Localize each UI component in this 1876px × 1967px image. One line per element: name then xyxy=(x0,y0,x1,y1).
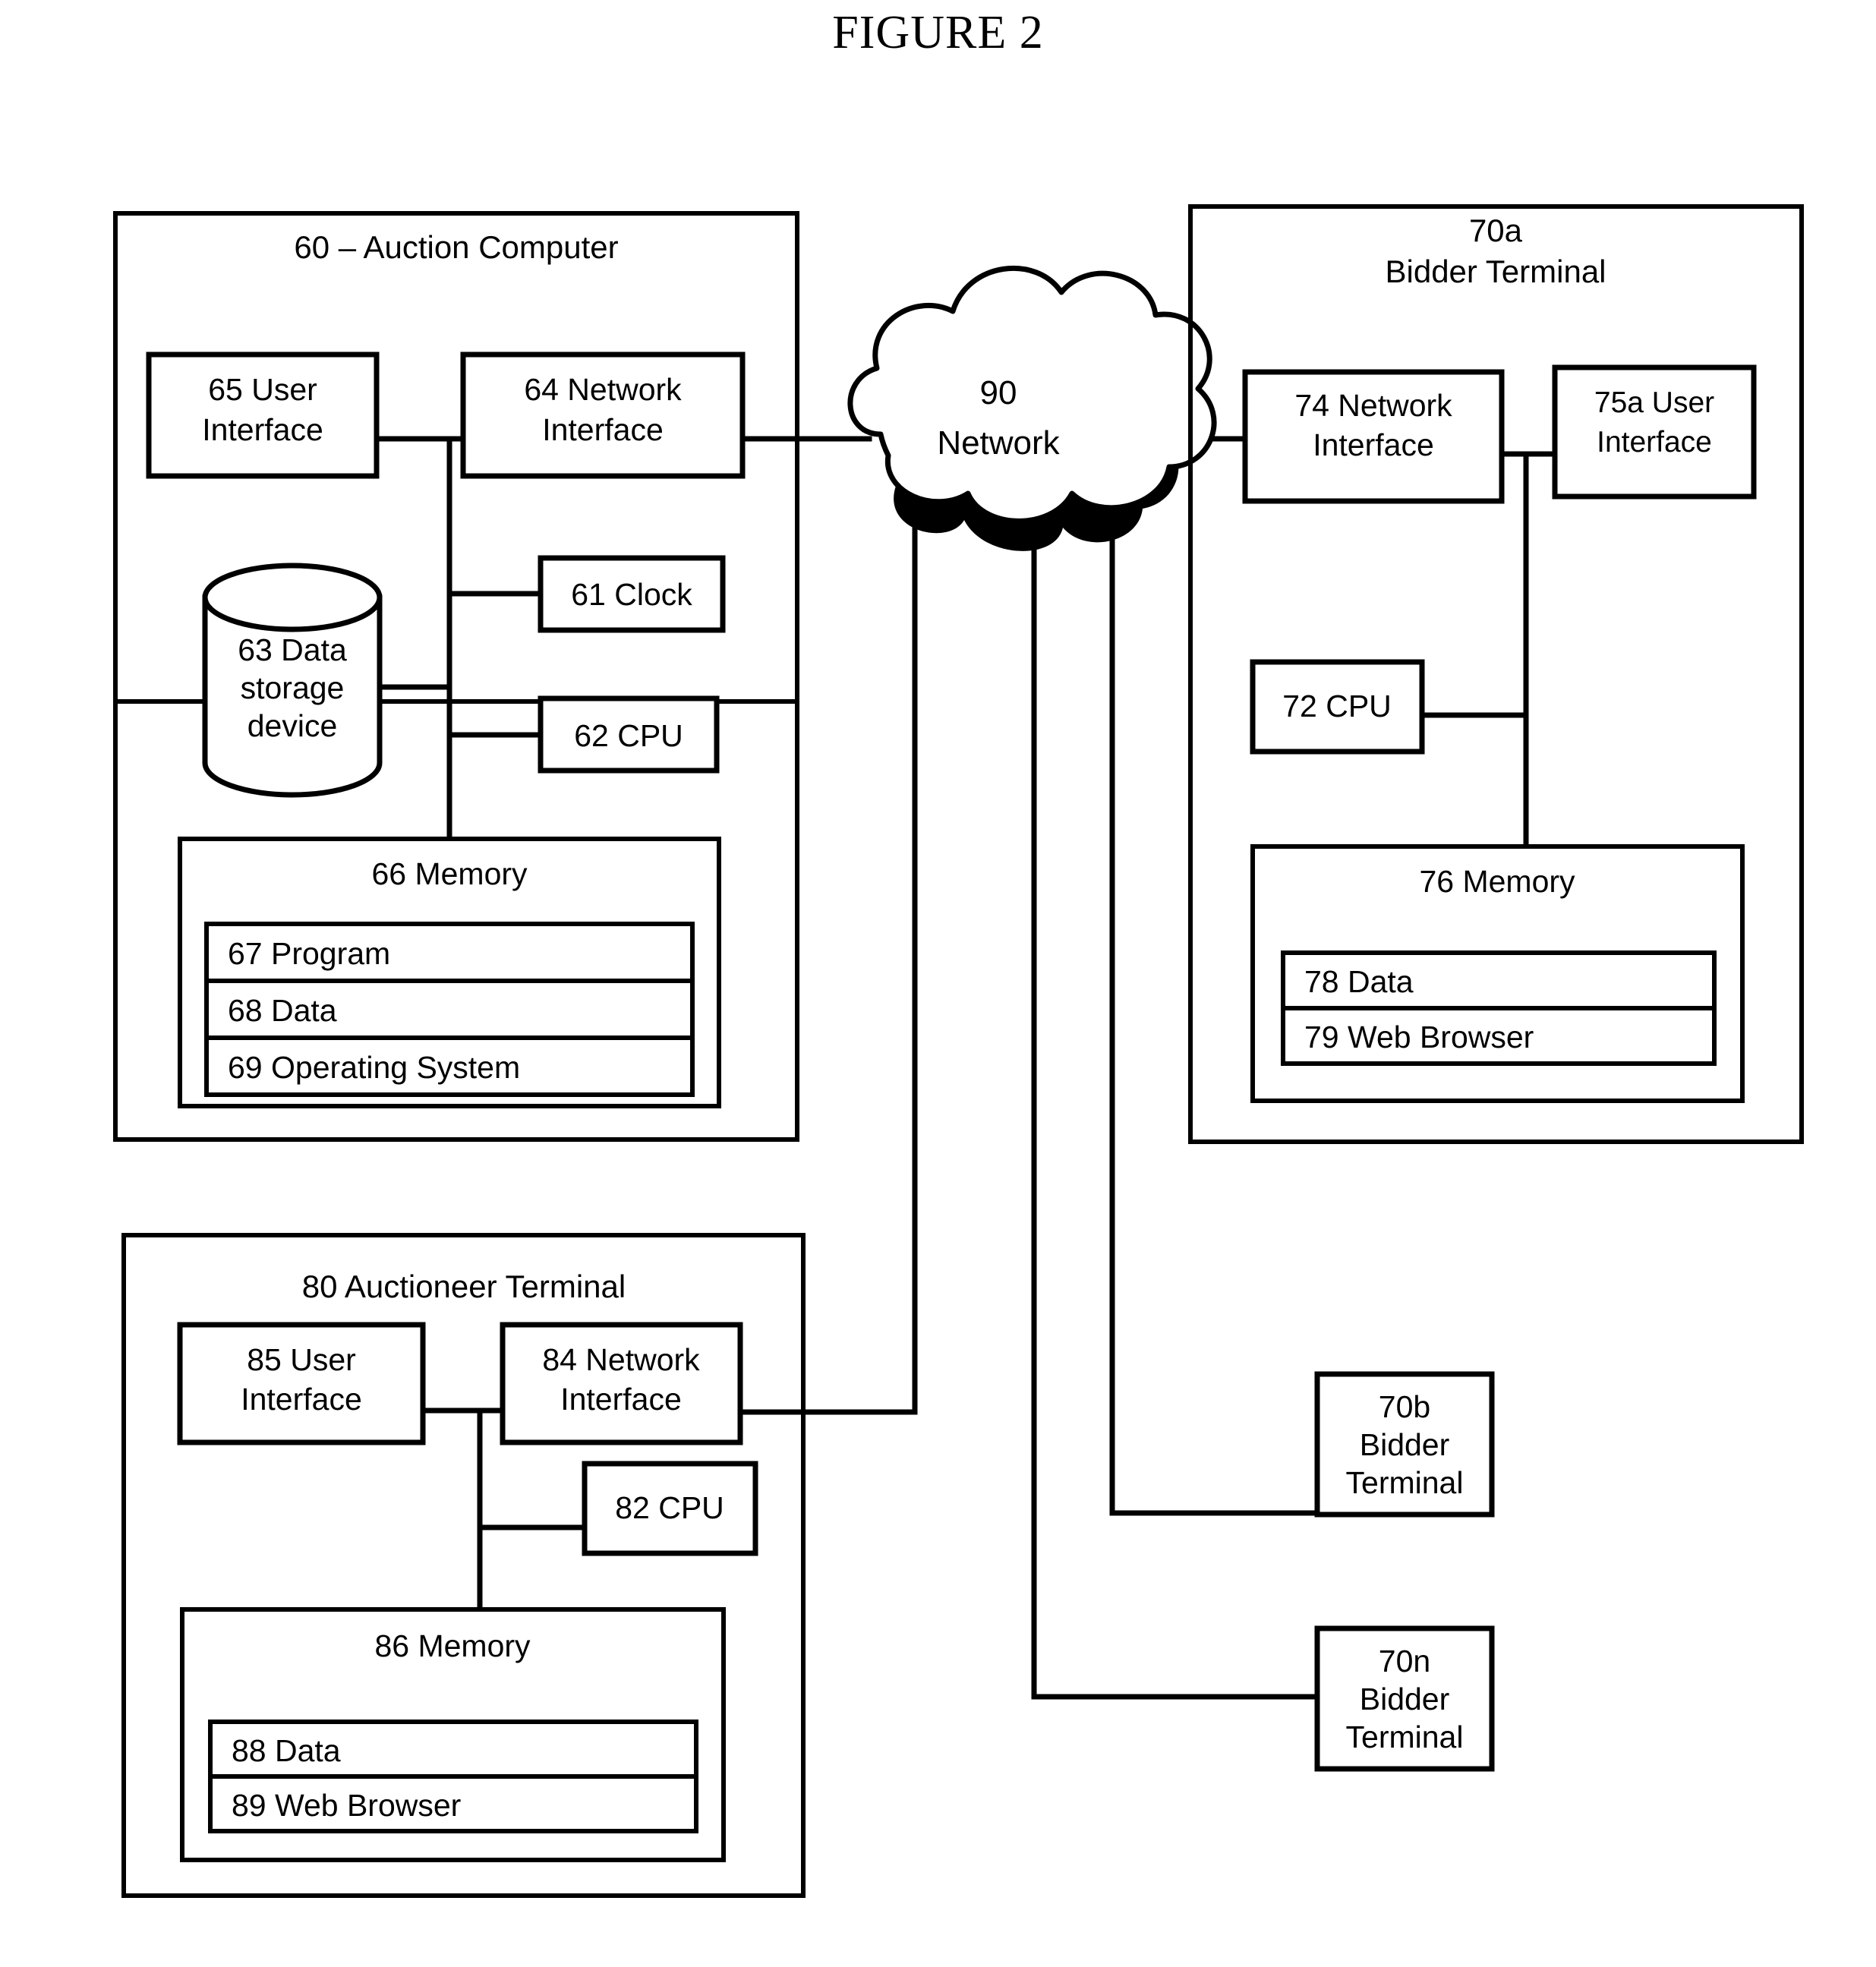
bidder-terminal-70n-line2: Bidder xyxy=(1360,1682,1450,1716)
bidder-terminal-70n-line3: Terminal xyxy=(1346,1720,1464,1754)
user-interface-65-label-line2: Interface xyxy=(202,412,323,447)
bidder-terminal-70a-title-line2: Bidder Terminal xyxy=(1385,254,1606,289)
data-storage-63-label-line1: 63 Data xyxy=(238,632,347,667)
network-cloud-90: 90 Network xyxy=(847,265,1217,551)
network-interface-84-label-line2: Interface xyxy=(560,1382,682,1417)
cpu-72-label: 72 CPU xyxy=(1282,689,1392,723)
bidder-terminal-70a-title-line1: 70a xyxy=(1469,213,1523,248)
cpu-82-label: 82 CPU xyxy=(615,1490,724,1525)
user-interface-65-label-line1: 65 User xyxy=(208,372,317,407)
data-storage-63-label-line2: storage xyxy=(241,670,345,705)
auction-computer-title: 60 – Auction Computer xyxy=(294,229,618,265)
memory-66-row-program-label: 67 Program xyxy=(228,936,390,971)
memory-76-title: 76 Memory xyxy=(1419,864,1575,899)
memory-66-row-os-label: 69 Operating System xyxy=(228,1050,520,1085)
memory-76-row-data-label: 78 Data xyxy=(1304,964,1414,999)
auctioneer-terminal-80-title: 80 Auctioneer Terminal xyxy=(302,1269,626,1304)
network-interface-84-label-line1: 84 Network xyxy=(542,1342,700,1377)
network-interface-74-label-line2: Interface xyxy=(1313,427,1434,462)
data-storage-63-top xyxy=(202,563,383,632)
network-interface-64-label-line2: Interface xyxy=(542,412,664,447)
memory-86-row-browser-label: 89 Web Browser xyxy=(232,1788,461,1823)
network-label-line2: Network xyxy=(937,424,1060,462)
memory-66-title: 66 Memory xyxy=(371,856,528,891)
bidder-terminal-70b-line2: Bidder xyxy=(1360,1427,1450,1462)
network-interface-64-label-line1: 64 Network xyxy=(524,372,682,407)
memory-86-row-data-label: 88 Data xyxy=(232,1733,341,1768)
cpu-62-label: 62 CPU xyxy=(574,718,683,753)
user-interface-85-label-line2: Interface xyxy=(241,1382,362,1417)
user-interface-85-label-line1: 85 User xyxy=(247,1342,356,1377)
memory-66-row-data-label: 68 Data xyxy=(228,993,337,1028)
network-cloud-outline xyxy=(847,265,1217,524)
bidder-terminal-70n-line1: 70n xyxy=(1379,1644,1430,1679)
network-label-line1: 90 xyxy=(980,374,1017,411)
bidder-terminal-70b-line1: 70b xyxy=(1379,1389,1430,1424)
clock-61-label: 61 Clock xyxy=(571,577,692,612)
network-interface-74-label-line1: 74 Network xyxy=(1294,388,1452,423)
figure-page: FIGURE 2 60 – Auction Computer 65 User I… xyxy=(0,0,1876,1967)
memory-76-row-browser-label: 79 Web Browser xyxy=(1304,1020,1534,1054)
data-storage-63-label-line3: device xyxy=(248,708,338,743)
user-interface-75a-label-line2: Interface xyxy=(1597,426,1712,459)
memory-86-title: 86 Memory xyxy=(374,1628,531,1663)
figure-2-diagram: 60 – Auction Computer 65 User Interface … xyxy=(113,204,1804,1898)
user-interface-75a-label-line1: 75a User xyxy=(1594,386,1714,419)
bidder-terminal-70b-line3: Terminal xyxy=(1346,1465,1464,1500)
